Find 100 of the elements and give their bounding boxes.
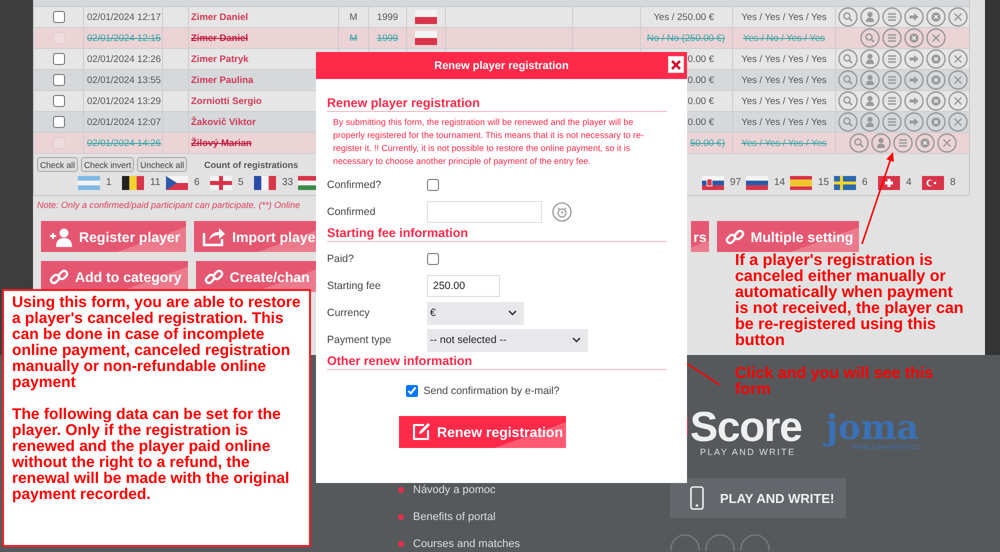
checkbox[interactable] [427, 253, 439, 265]
annotation-text: The following data can be set for the player. Only if the registration is renewed and the player paid online without the right to a refund, the renewal will be made with the original payment recorded. [12, 407, 290, 503]
flag-icon [834, 176, 856, 190]
status-text: Yes / Yes / Yes / Yes [741, 12, 827, 22]
delete-icon[interactable] [948, 112, 968, 132]
flag-icon [878, 176, 900, 190]
date-text: 02/01/2024 12:15 [87, 32, 161, 44]
list-icon[interactable] [882, 70, 902, 90]
text-field[interactable]: 250.00 [427, 275, 500, 297]
list-icon[interactable] [882, 112, 902, 132]
search-icon[interactable] [838, 70, 858, 90]
delete-icon[interactable] [948, 91, 968, 111]
payment-text: No / No (250.00 €) [646, 32, 725, 44]
date-field[interactable] [427, 201, 542, 223]
cancel-icon[interactable] [926, 7, 946, 27]
close-button[interactable] [668, 56, 684, 73]
date-text: 02/01/2024 13:55 [87, 74, 161, 86]
select-field[interactable]: -- not selected -- [427, 328, 588, 352]
row-checkbox[interactable] [52, 74, 64, 86]
status-text: Yes / No / Yes / Yes [742, 32, 826, 44]
user-icon[interactable] [860, 112, 880, 132]
row-checkbox[interactable] [52, 11, 64, 23]
search-icon[interactable] [848, 133, 868, 153]
cancel-icon[interactable] [926, 49, 946, 69]
checkbox[interactable] [427, 179, 439, 191]
search-icon[interactable] [860, 28, 880, 48]
registration-count: 14 [774, 177, 786, 188]
select-field[interactable]: € [427, 302, 524, 324]
player-name-link[interactable]: Žilový Marian [191, 138, 252, 148]
user-icon[interactable] [870, 133, 890, 153]
list-icon[interactable] [882, 28, 902, 48]
row-checkbox[interactable] [52, 53, 64, 65]
registration-count: 4 [906, 177, 912, 188]
annotation-text: Click and you will see this form [735, 366, 934, 398]
status-text: Yes / Yes / Yes / Yes [741, 138, 827, 148]
footer-link[interactable]: Benefits of portal [413, 510, 496, 522]
action-button[interactable]: Multiple setting [716, 221, 860, 252]
year-text: 1999 [376, 32, 398, 44]
status-text: Yes / Yes / Yes / Yes [741, 96, 827, 106]
row-checkbox[interactable] [52, 95, 64, 107]
renew-registration-button[interactable]: Renew registration [398, 416, 566, 448]
search-icon[interactable] [838, 91, 858, 111]
player-name-link[interactable]: Zimer Daniel [191, 12, 248, 22]
player-name-link[interactable]: Zimer Patryk [191, 54, 249, 64]
user-icon[interactable] [860, 91, 880, 111]
cancel-icon[interactable] [914, 133, 934, 153]
player-name-link[interactable]: Zorniotti Sergio [191, 96, 262, 106]
player-name-link[interactable]: Zimer Daniel [191, 32, 248, 44]
search-icon[interactable] [838, 49, 858, 69]
player-name-link[interactable]: Žakovič Viktor [191, 116, 256, 128]
action-button[interactable]: Create/chan [196, 261, 316, 292]
delete-icon[interactable] [926, 28, 946, 48]
date-text: 02/01/2024 12:17 [87, 12, 161, 22]
chevron-down-icon [572, 337, 581, 343]
action-button[interactable]: rs [691, 221, 709, 252]
user-icon[interactable] [860, 70, 880, 90]
list-icon[interactable] [892, 133, 912, 153]
footer-link[interactable]: Návody a pomoc [413, 484, 496, 496]
date-text: 02/01/2024 12:26 [87, 54, 161, 64]
edit-icon [410, 422, 431, 442]
cancel-icon[interactable] [926, 91, 946, 111]
action-button[interactable]: Register player [41, 221, 186, 252]
toolbar-button[interactable]: Check invert [80, 157, 134, 172]
flag-icon [415, 10, 437, 24]
cancel-icon[interactable] [926, 70, 946, 90]
delete-icon[interactable] [948, 70, 968, 90]
delete-icon[interactable] [948, 49, 968, 69]
search-icon[interactable] [838, 7, 858, 27]
search-icon[interactable] [838, 112, 858, 132]
play-and-write-button[interactable]: PLAY AND WRITE! [670, 478, 846, 518]
count-label: Count of registrations [204, 160, 298, 170]
annotation-text: If a player's registration is canceled either manually or automatically when payment is not received, the player can be re-registered using this button [735, 253, 965, 349]
alarm-clock-icon[interactable] [552, 202, 572, 222]
toolbar-button[interactable]: Check all [37, 157, 78, 172]
delete-icon[interactable] [936, 133, 956, 153]
flag-icon [78, 176, 100, 190]
list-icon[interactable] [882, 91, 902, 111]
cancel-icon[interactable] [926, 112, 946, 132]
add-user-icon [49, 226, 73, 246]
warning-text: By submitting this form, the registration will be renewed and the player will be properly registered for the tournament. This means that it is not necessary to re-register it. !! Currently, it is not possible to restore the online payment, so it is necessary to choose another principle of payment of the entry fee. [333, 116, 645, 168]
checkbox[interactable] [406, 385, 418, 397]
field-label: Currency [327, 307, 371, 319]
footer-link[interactable]: Courses and matches [413, 538, 520, 550]
user-icon[interactable] [860, 7, 880, 27]
action-button[interactable]: Add to category [41, 261, 188, 292]
registration-count: 6 [862, 177, 868, 188]
field-label: Paid? [327, 253, 355, 265]
cancel-icon[interactable] [904, 28, 924, 48]
registration-count: 33 [282, 177, 294, 188]
import-icon [202, 226, 226, 246]
delete-icon[interactable] [948, 7, 968, 27]
list-icon[interactable] [882, 49, 902, 69]
row-checkbox[interactable] [52, 116, 64, 128]
user-icon[interactable] [860, 49, 880, 69]
registration-count: 1 [106, 177, 112, 188]
flag-icon [702, 176, 724, 190]
list-icon[interactable] [882, 7, 902, 27]
status-text: Yes / Yes / Yes / Yes [741, 54, 827, 64]
toolbar-button[interactable]: Uncheck all [137, 157, 188, 172]
player-name-link[interactable]: Zimer Paulina [191, 74, 254, 86]
